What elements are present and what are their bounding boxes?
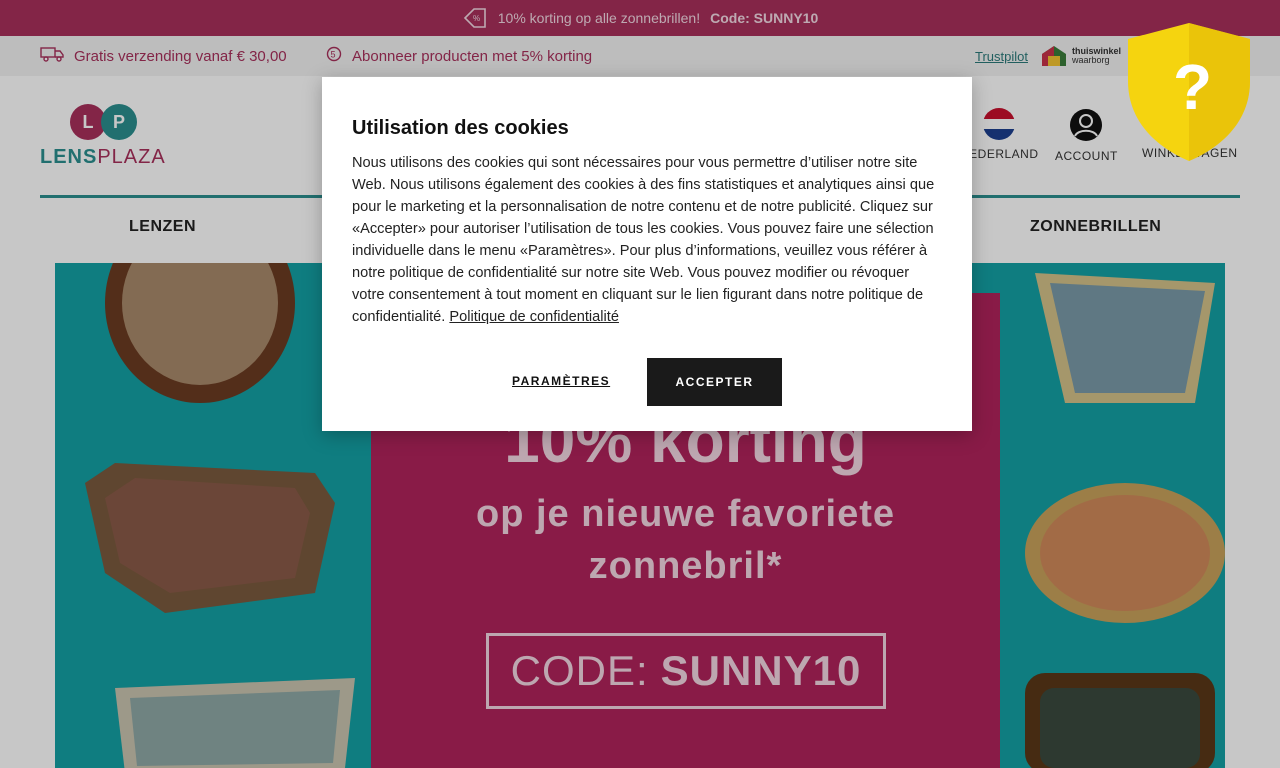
cookie-body: Nous utilisons des cookies qui sont néce… bbox=[352, 152, 942, 328]
accept-button[interactable]: ACCEPTER bbox=[647, 358, 782, 406]
privacy-policy-link[interactable]: Politique de confidentialité bbox=[449, 309, 619, 325]
cookie-buttons: PARAMÈTRES ACCEPTER bbox=[322, 358, 972, 406]
cookie-body-text: Nous utilisons des cookies qui sont néce… bbox=[352, 155, 935, 325]
settings-button[interactable]: PARAMÈTRES bbox=[512, 374, 610, 388]
cookie-dialog: Utilisation des cookies Nous utilisons d… bbox=[322, 77, 972, 431]
svg-text:?: ? bbox=[1173, 51, 1212, 123]
shield-question-icon[interactable]: ? bbox=[1126, 21, 1253, 163]
cookie-title: Utilisation des cookies bbox=[352, 117, 569, 139]
